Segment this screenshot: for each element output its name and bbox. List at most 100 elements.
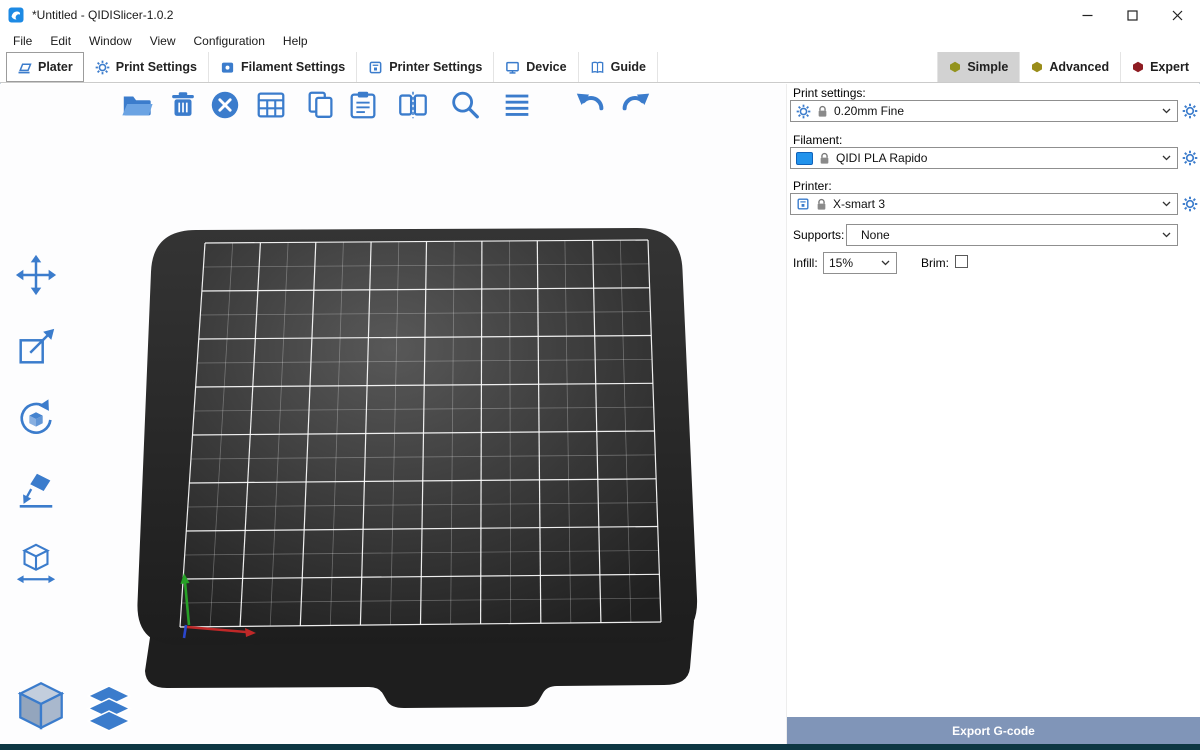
tab-bar: Plater Print Settings	[0, 52, 1200, 83]
filament-combo[interactable]: QIDI PLA Rapido	[790, 147, 1178, 169]
print-settings-combo[interactable]: 0.20mm Fine	[790, 100, 1178, 122]
qidislicer-window: *Untitled - QIDISlicer-1.0.2 File Edit W…	[0, 0, 1200, 750]
printer-combo[interactable]: X-smart 3	[790, 193, 1178, 215]
tab-print-settings[interactable]: Print Settings	[84, 52, 209, 82]
mode-advanced[interactable]: Advanced	[1019, 52, 1120, 82]
tab-device[interactable]: Device	[494, 52, 578, 82]
advanced-mode-icon	[1031, 61, 1043, 73]
device-monitor-icon	[505, 60, 520, 75]
3d-viewport-canvas[interactable]	[0, 84, 786, 744]
maximize-button[interactable]	[1110, 0, 1155, 30]
measure-button[interactable]	[13, 540, 59, 586]
open-button[interactable]	[118, 86, 156, 124]
supports-combo[interactable]: None	[846, 224, 1178, 246]
split-button[interactable]	[394, 86, 432, 124]
gear-icon	[796, 104, 811, 119]
settings-sidebar: Print settings:	[786, 84, 1200, 744]
move-icon	[14, 253, 58, 297]
preview-layers-button[interactable]	[84, 684, 134, 734]
menu-bar: File Edit Window View Configuration Help	[0, 30, 1200, 52]
infill-combo[interactable]: 15%	[823, 252, 897, 274]
copy-button[interactable]	[302, 86, 340, 124]
chevron-down-icon	[1162, 155, 1172, 161]
filament-detail-button[interactable]	[1182, 150, 1198, 166]
brim-checkbox[interactable]	[955, 255, 968, 268]
delete-icon	[166, 88, 200, 122]
filament-label: Filament:	[793, 133, 842, 147]
scale-icon	[14, 325, 58, 369]
window-title: *Untitled - QIDISlicer-1.0.2	[32, 8, 173, 22]
mode-expert[interactable]: Expert	[1120, 52, 1200, 82]
move-button[interactable]	[13, 252, 59, 298]
printer-icon	[796, 197, 810, 211]
mode-simple[interactable]: Simple	[937, 52, 1019, 82]
arrange-icon	[254, 88, 288, 122]
supports-value: None	[861, 228, 890, 242]
undo-icon	[574, 88, 608, 122]
menu-file[interactable]: File	[4, 31, 41, 51]
brim-label: Brim:	[921, 256, 949, 270]
rotate-button[interactable]	[13, 396, 59, 442]
place-on-face-button[interactable]	[13, 468, 59, 514]
lock-icon	[816, 198, 827, 211]
variable-layer-height-button[interactable]	[498, 86, 536, 124]
printer-label: Printer:	[793, 179, 832, 193]
search-button[interactable]	[446, 86, 484, 124]
scale-button[interactable]	[13, 324, 59, 370]
guide-book-icon	[590, 60, 605, 75]
tab-guide[interactable]: Guide	[579, 52, 658, 82]
printer-value: X-smart 3	[833, 197, 885, 211]
editor-3d-view-button[interactable]	[12, 676, 70, 734]
printer-icon	[368, 60, 383, 75]
search-icon	[448, 88, 482, 122]
print-settings-label: Print settings:	[793, 86, 866, 100]
3d-viewport[interactable]	[0, 84, 786, 744]
menu-help[interactable]: Help	[274, 31, 317, 51]
variable-layer-height-icon	[500, 88, 534, 122]
tab-plater-label: Plater	[38, 60, 73, 74]
title-bar: *Untitled - QIDISlicer-1.0.2	[0, 0, 1200, 30]
menu-view[interactable]: View	[141, 31, 185, 51]
paste-button[interactable]	[344, 86, 382, 124]
place-on-face-icon	[14, 469, 58, 513]
print-settings-detail-button[interactable]	[1182, 103, 1198, 119]
chevron-down-icon	[881, 260, 891, 266]
menu-window[interactable]: Window	[80, 31, 141, 51]
redo-button[interactable]	[616, 86, 654, 124]
app-logo-icon	[8, 7, 24, 23]
open-icon	[120, 88, 154, 122]
arrange-button[interactable]	[252, 86, 290, 124]
minimize-button[interactable]	[1065, 0, 1110, 30]
mode-expert-label: Expert	[1150, 60, 1189, 74]
copy-icon	[304, 88, 338, 122]
manipulation-toolbar	[13, 252, 59, 586]
infill-value: 15%	[829, 256, 853, 270]
main-content: Print settings:	[0, 84, 1200, 744]
undo-button[interactable]	[572, 86, 610, 124]
gear-icon	[1182, 103, 1198, 119]
delete-button[interactable]	[164, 86, 202, 124]
chevron-down-icon	[1162, 232, 1172, 238]
gear-icon	[1182, 196, 1198, 212]
print-settings-gear-icon	[95, 60, 110, 75]
chevron-down-icon	[1162, 108, 1172, 114]
redo-icon	[618, 88, 652, 122]
mode-switcher: Simple Advanced Expert	[937, 52, 1200, 82]
editor-3d-view-icon	[12, 676, 70, 734]
chevron-down-icon	[1162, 201, 1172, 207]
filament-spool-icon	[220, 60, 235, 75]
tab-plater[interactable]: Plater	[6, 52, 84, 82]
menu-edit[interactable]: Edit	[41, 31, 80, 51]
gear-icon	[1182, 150, 1198, 166]
export-gcode-button[interactable]: Export G-code	[787, 717, 1200, 744]
delete-all-button[interactable]	[206, 86, 244, 124]
tab-printer-settings-label: Printer Settings	[389, 60, 482, 74]
tab-filament-settings[interactable]: Filament Settings	[209, 52, 357, 82]
close-button[interactable]	[1155, 0, 1200, 30]
tab-printer-settings[interactable]: Printer Settings	[357, 52, 494, 82]
tab-filament-settings-label: Filament Settings	[241, 60, 345, 74]
filament-color-swatch	[796, 152, 813, 165]
printer-detail-button[interactable]	[1182, 196, 1198, 212]
measure-icon	[14, 541, 58, 585]
menu-configuration[interactable]: Configuration	[185, 31, 274, 51]
